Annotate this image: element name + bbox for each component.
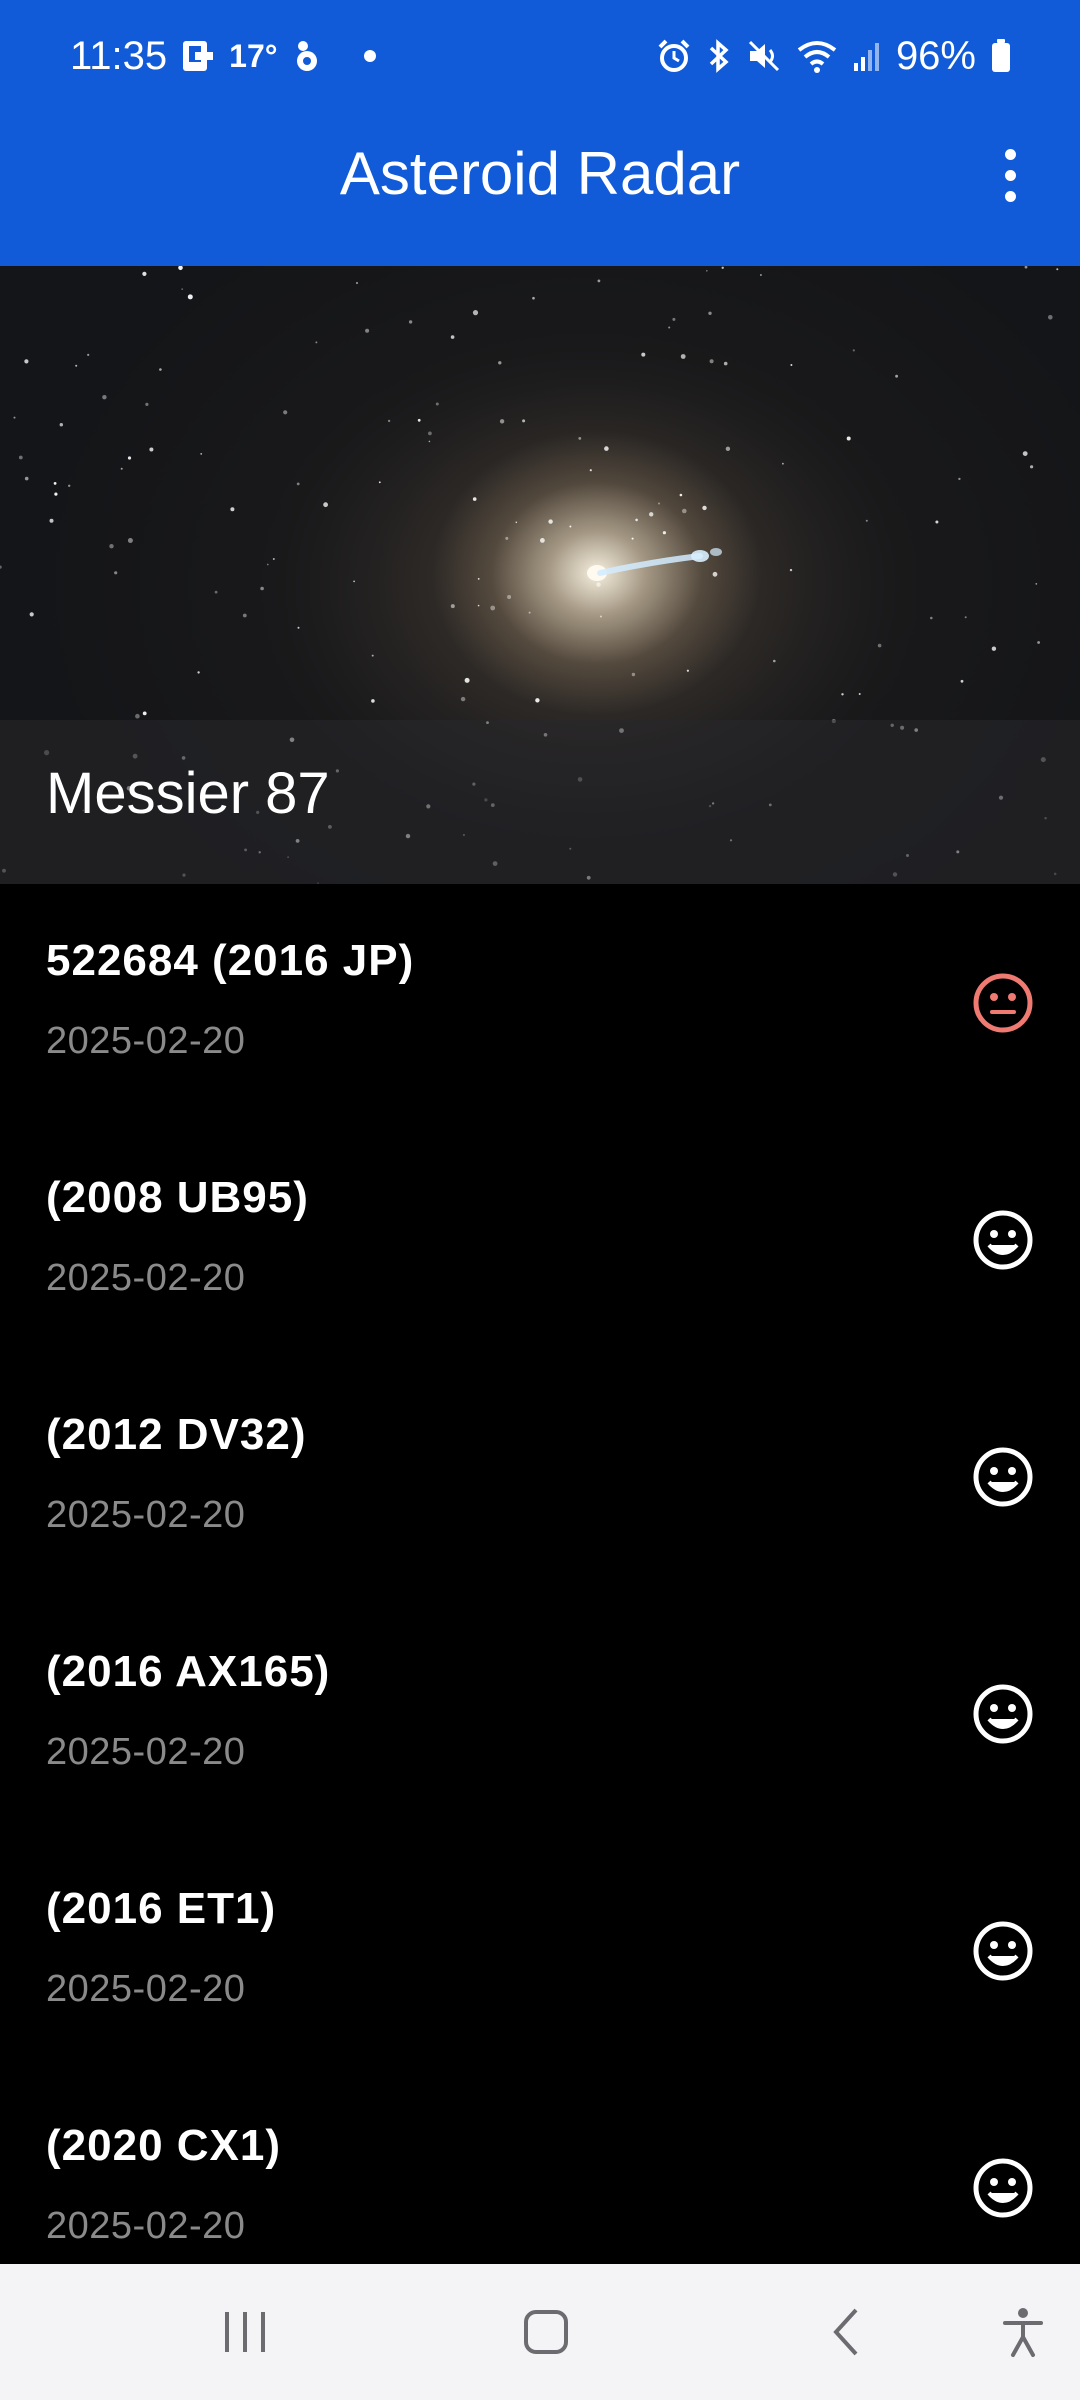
app-title: Asteroid Radar [339, 140, 741, 207]
status-time: 11:35 [70, 33, 168, 78]
alarm-icon [656, 38, 692, 74]
mute-icon [746, 38, 782, 74]
face-neutral-icon [972, 972, 1034, 1034]
bixby-icon [292, 39, 322, 73]
more-options-button[interactable] [986, 140, 1034, 210]
asteroid-date: 2025-02-20 [46, 1968, 246, 2010]
home-button[interactable] [500, 2264, 592, 2400]
asteroid-date: 2025-02-20 [46, 1257, 246, 1299]
picture-of-day[interactable]: Messier 87 [0, 266, 1080, 884]
accessibility-button[interactable] [984, 2264, 1062, 2400]
asteroid-row[interactable]: (2012 DV32) 2025-02-20 [0, 1358, 1080, 1595]
asteroid-date: 2025-02-20 [46, 1731, 246, 1773]
picture-title: Messier 87 [46, 761, 330, 826]
battery-icon [990, 38, 1012, 74]
status-right: 96% [656, 30, 1012, 82]
asteroid-list[interactable]: 522684 (2016 JP) 2025-02-20 (2008 UB95) 202… [0, 884, 1080, 2264]
battery-percent: 96% [895, 33, 976, 78]
face-happy-icon [972, 1209, 1034, 1271]
navigation-bar [0, 2264, 1080, 2400]
notification-dot [363, 50, 376, 62]
asteroid-name: (2016 AX165) [46, 1647, 331, 1696]
asteroid-row[interactable]: (2020 CX1) 2025-02-20 [0, 2069, 1080, 2264]
status-temperature: 17° [229, 37, 278, 74]
asteroid-row[interactable]: (2016 ET1) 2025-02-20 [0, 1832, 1080, 2069]
recents-button[interactable] [200, 2264, 290, 2400]
asteroid-row[interactable]: 522684 (2016 JP) 2025-02-20 [0, 884, 1080, 1121]
asteroid-name: (2012 DV32) [46, 1410, 307, 1459]
bluetooth-icon [706, 38, 732, 74]
asteroid-name: (2008 UB95) [46, 1173, 309, 1222]
signal-icon [852, 39, 882, 73]
status-left: 11:35 17° [70, 30, 376, 82]
asteroid-date: 2025-02-20 [46, 1494, 246, 1536]
face-happy-icon [972, 1446, 1034, 1508]
asteroid-name: 522684 (2016 JP) [46, 936, 415, 985]
back-icon [833, 2308, 858, 2356]
home-icon [524, 2310, 568, 2354]
recents-icon [225, 2312, 265, 2352]
app-bar: 11:35 17° 96% Asteroid Radar [0, 0, 1080, 266]
face-happy-icon [972, 1920, 1034, 1982]
picture-caption: Messier 87 [0, 720, 1080, 884]
accessibility-icon [1003, 2308, 1043, 2357]
asteroid-row[interactable]: (2016 AX165) 2025-02-20 [0, 1595, 1080, 1832]
asteroid-row[interactable]: (2008 UB95) 2025-02-20 [0, 1121, 1080, 1358]
asteroid-name: (2020 CX1) [46, 2121, 282, 2170]
asteroid-date: 2025-02-20 [46, 1020, 246, 1062]
asteroid-date: 2025-02-20 [46, 2205, 246, 2247]
device-care-icon [181, 38, 215, 74]
asteroid-name: (2016 ET1) [46, 1884, 277, 1933]
back-button[interactable] [806, 2264, 886, 2400]
face-happy-icon [972, 2157, 1034, 2219]
wifi-icon [796, 38, 838, 74]
more-vert-icon [1004, 148, 1016, 160]
face-happy-icon [972, 1683, 1034, 1745]
status-bar: 11:35 17° 96% [0, 0, 1080, 112]
